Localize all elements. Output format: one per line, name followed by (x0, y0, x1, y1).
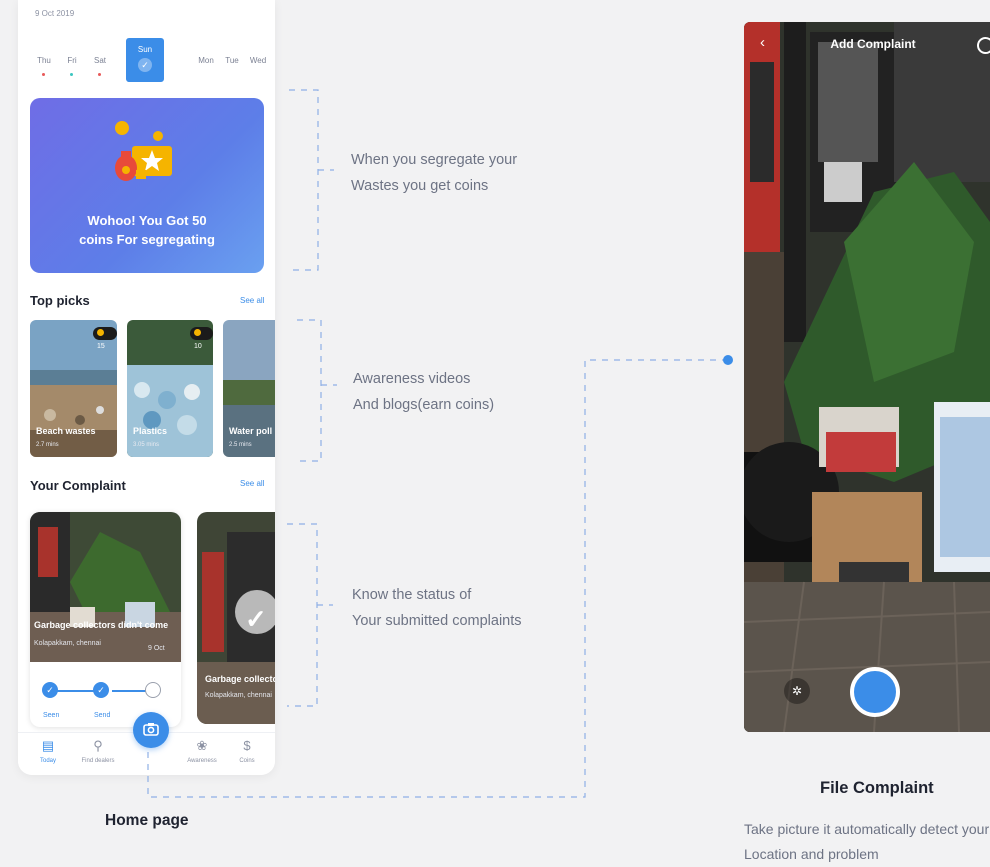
camera-title: Add Complaint (830, 37, 916, 51)
camera-viewfinder-photo (744, 22, 990, 732)
water-pollution-image (223, 320, 275, 457)
day-label: Wed (249, 56, 267, 65)
complaint-title: Garbage collector (205, 674, 275, 684)
day-indicator-dot (70, 73, 73, 76)
current-date: 9 Oct 2019 (35, 9, 75, 18)
nav-today[interactable]: ▤ Today (26, 738, 70, 764)
nav-label: Today (39, 758, 56, 764)
day-sun-selected[interactable]: Sun ✓ (126, 38, 164, 82)
coin-badge: 15 (93, 327, 117, 350)
file-complaint-description: Take picture it automatically detect you… (744, 821, 990, 862)
coin-badge: 10 (190, 327, 213, 350)
top-pick-card-beach[interactable]: 15 Beach wastes 2.7 mins (30, 320, 117, 457)
step-label-seen: Seen (43, 712, 60, 719)
home-page-caption: Home page (105, 812, 189, 829)
flash-off-icon[interactable]: ✲ (784, 678, 810, 704)
card-title: Plastics (133, 426, 168, 436)
seen-check-icon: ✓ (42, 682, 58, 698)
top-picks-see-all-link[interactable]: See all (240, 296, 264, 305)
pending-step-icon (145, 682, 161, 698)
send-check-icon: ✓ (93, 682, 109, 698)
your-complaint-title: Your Complaint (30, 478, 126, 493)
note-awareness: Awareness videos And blogs(earn coins) (353, 371, 495, 413)
note-status: Know the status of Your submitted compla… (352, 587, 522, 629)
complaint-location: Kolapakkam, chennai (34, 640, 101, 647)
top-picks-title: Top picks (30, 293, 90, 308)
shutter-button[interactable] (850, 667, 900, 717)
complaint-location: Kolapakkam, chennai (205, 692, 272, 699)
banner-message: Wohoo! You Got 50 coins For segregating (79, 213, 215, 247)
coin-icon (194, 329, 201, 336)
dealers-icon: ⚲ (93, 738, 103, 753)
complaint-title: Garbage collectors didn't come (34, 620, 169, 630)
card-duration: 3.05 mins (133, 442, 160, 448)
complaint-date: 9 Oct (148, 645, 165, 652)
complaint-card-2[interactable]: ✓ Garbage collector Kolapakkam, chennai (197, 512, 275, 724)
card-title: Water poll (229, 426, 273, 436)
complaint-card[interactable]: Garbage collectors didn't come Kolapakka… (30, 512, 181, 727)
nav-label: Awareness (187, 758, 217, 764)
card-duration: 2.7 mins (36, 442, 59, 448)
week-strip: Thu Fri Sat Sun ✓ Mon Tue Wed (30, 36, 266, 82)
top-pick-card-plastics[interactable]: 10 Plastics 3.05 mins (127, 320, 213, 457)
coin-icon (97, 329, 104, 336)
coin-count: 10 (194, 343, 202, 350)
day-indicator-dot (98, 73, 101, 76)
nav-label: Coins (239, 758, 255, 764)
dollar-icon: $ (243, 738, 251, 753)
check-icon: ✓ (138, 58, 152, 72)
home-phone-screen: 9 Oct 2019 Thu Fri Sat Sun ✓ Mon Tue Wed (18, 0, 275, 775)
coin-count: 15 (97, 343, 105, 350)
calendar-icon: ▤ (41, 738, 55, 753)
day-label: Mon (198, 56, 214, 65)
top-pick-card-water[interactable]: Water poll 2.5 mins (223, 320, 275, 457)
lotus-icon: ❀ (196, 738, 208, 753)
step-label-send: Send (94, 712, 111, 719)
coin-reward-icon (115, 121, 172, 181)
nav-awareness[interactable]: ❀ Awareness (180, 738, 224, 764)
complaint-see-all-link[interactable]: See all (240, 479, 264, 488)
history-clock-icon[interactable] (977, 37, 990, 54)
day-indicator-dot (42, 73, 45, 76)
nav-find-dealers[interactable]: ⚲ Find dealers (76, 738, 120, 764)
day-label: Sat (93, 56, 106, 65)
file-complaint-title: File Complaint (820, 779, 934, 797)
day-label: Tue (225, 56, 239, 65)
camera-icon (143, 723, 159, 736)
day-label: Thu (37, 56, 51, 65)
check-icon: ✓ (245, 604, 267, 634)
card-duration: 2.5 mins (229, 442, 252, 448)
note-coins: When you segregate your Wastes you get c… (351, 152, 518, 194)
nav-label: Find dealers (81, 758, 115, 764)
nav-coins[interactable]: $ Coins (225, 738, 269, 764)
day-label: Fri (67, 56, 77, 65)
day-label: Sun (137, 45, 153, 54)
camera-screen: ‹ Add Complaint ✲ (744, 22, 990, 732)
coins-banner[interactable]: Wohoo! You Got 50 coins For segregating (30, 98, 264, 273)
camera-fab-button[interactable] (133, 712, 169, 748)
card-title: Beach wastes (36, 426, 96, 436)
